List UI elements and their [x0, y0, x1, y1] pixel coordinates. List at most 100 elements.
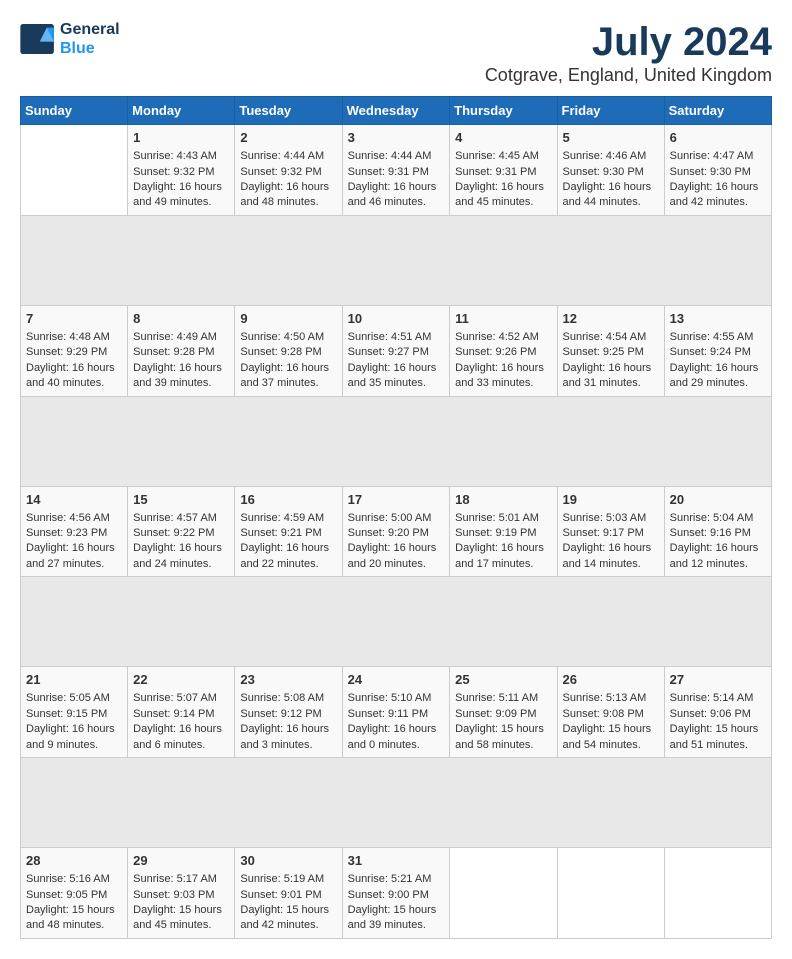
cell-text: and 37 minutes.: [240, 376, 336, 391]
cell-text: and 51 minutes.: [670, 738, 766, 753]
cell-text: Daylight: 16 hours: [670, 541, 766, 556]
cell-text: Sunrise: 5:21 AM: [348, 872, 445, 887]
day-number: 5: [563, 129, 659, 147]
cell-text: Sunrise: 4:47 AM: [670, 149, 766, 164]
calendar-subtitle: Cotgrave, England, United Kingdom: [485, 65, 772, 86]
cell-text: and 54 minutes.: [563, 738, 659, 753]
col-header-wednesday: Wednesday: [342, 97, 450, 125]
header-row: SundayMondayTuesdayWednesdayThursdayFrid…: [21, 97, 772, 125]
week-separator: [21, 396, 772, 486]
cell-text: Sunrise: 4:48 AM: [26, 330, 122, 345]
cell-text: Sunset: 9:29 PM: [26, 345, 122, 360]
week-row-3: 14Sunrise: 4:56 AMSunset: 9:23 PMDayligh…: [21, 486, 772, 577]
cell-text: Daylight: 16 hours: [348, 361, 445, 376]
cell-text: Sunset: 9:15 PM: [26, 707, 122, 722]
calendar-cell: 24Sunrise: 5:10 AMSunset: 9:11 PMDayligh…: [342, 667, 450, 758]
week-row-1: 1Sunrise: 4:43 AMSunset: 9:32 PMDaylight…: [21, 125, 772, 216]
week-separator: [21, 215, 772, 305]
calendar-cell: 12Sunrise: 4:54 AMSunset: 9:25 PMDayligh…: [557, 305, 664, 396]
cell-text: and 3 minutes.: [240, 738, 336, 753]
calendar-cell: [557, 848, 664, 939]
cell-text: Daylight: 16 hours: [348, 722, 445, 737]
cell-text: Daylight: 16 hours: [133, 541, 229, 556]
cell-text: Sunset: 9:24 PM: [670, 345, 766, 360]
day-number: 7: [26, 310, 122, 328]
col-header-thursday: Thursday: [450, 97, 557, 125]
calendar-cell: 5Sunrise: 4:46 AMSunset: 9:30 PMDaylight…: [557, 125, 664, 216]
cell-text: Sunset: 9:32 PM: [240, 165, 336, 180]
day-number: 30: [240, 852, 336, 870]
calendar-cell: 2Sunrise: 4:44 AMSunset: 9:32 PMDaylight…: [235, 125, 342, 216]
cell-text: Sunrise: 4:59 AM: [240, 511, 336, 526]
cell-text: Sunset: 9:28 PM: [133, 345, 229, 360]
cell-text: and 9 minutes.: [26, 738, 122, 753]
cell-text: Sunset: 9:31 PM: [455, 165, 551, 180]
day-number: 21: [26, 671, 122, 689]
cell-text: Daylight: 16 hours: [133, 722, 229, 737]
cell-text: Daylight: 16 hours: [455, 361, 551, 376]
cell-text: Sunset: 9:16 PM: [670, 526, 766, 541]
cell-text: Sunrise: 4:49 AM: [133, 330, 229, 345]
cell-text: Sunrise: 4:55 AM: [670, 330, 766, 345]
day-number: 8: [133, 310, 229, 328]
cell-text: Sunset: 9:25 PM: [563, 345, 659, 360]
cell-text: Sunrise: 4:45 AM: [455, 149, 551, 164]
cell-text: Daylight: 16 hours: [26, 361, 122, 376]
cell-text: Sunset: 9:11 PM: [348, 707, 445, 722]
cell-text: and 29 minutes.: [670, 376, 766, 391]
cell-text: Sunset: 9:12 PM: [240, 707, 336, 722]
cell-text: Sunset: 9:23 PM: [26, 526, 122, 541]
calendar-cell: 28Sunrise: 5:16 AMSunset: 9:05 PMDayligh…: [21, 848, 128, 939]
cell-text: Sunset: 9:17 PM: [563, 526, 659, 541]
calendar-cell: 1Sunrise: 4:43 AMSunset: 9:32 PMDaylight…: [128, 125, 235, 216]
day-number: 25: [455, 671, 551, 689]
calendar-cell: 10Sunrise: 4:51 AMSunset: 9:27 PMDayligh…: [342, 305, 450, 396]
cell-text: Sunrise: 5:08 AM: [240, 691, 336, 706]
calendar-cell: 3Sunrise: 4:44 AMSunset: 9:31 PMDaylight…: [342, 125, 450, 216]
cell-text: Daylight: 16 hours: [348, 180, 445, 195]
cell-text: Daylight: 15 hours: [563, 722, 659, 737]
cell-text: Daylight: 16 hours: [26, 541, 122, 556]
cell-text: Daylight: 16 hours: [455, 180, 551, 195]
cell-text: Sunrise: 5:05 AM: [26, 691, 122, 706]
calendar-cell: 8Sunrise: 4:49 AMSunset: 9:28 PMDaylight…: [128, 305, 235, 396]
title-section: July 2024 Cotgrave, England, United King…: [485, 20, 772, 86]
cell-text: Sunset: 9:00 PM: [348, 888, 445, 903]
calendar-cell: 29Sunrise: 5:17 AMSunset: 9:03 PMDayligh…: [128, 848, 235, 939]
calendar-cell: 18Sunrise: 5:01 AMSunset: 9:19 PMDayligh…: [450, 486, 557, 577]
logo-line1: General: [60, 20, 120, 39]
day-number: 24: [348, 671, 445, 689]
cell-text: Sunset: 9:14 PM: [133, 707, 229, 722]
calendar-cell: 20Sunrise: 5:04 AMSunset: 9:16 PMDayligh…: [664, 486, 771, 577]
week-separator: [21, 758, 772, 848]
cell-text: Sunset: 9:31 PM: [348, 165, 445, 180]
day-number: 6: [670, 129, 766, 147]
cell-text: and 58 minutes.: [455, 738, 551, 753]
calendar-cell: 22Sunrise: 5:07 AMSunset: 9:14 PMDayligh…: [128, 667, 235, 758]
cell-text: and 44 minutes.: [563, 195, 659, 210]
calendar-cell: 4Sunrise: 4:45 AMSunset: 9:31 PMDaylight…: [450, 125, 557, 216]
calendar-cell: 26Sunrise: 5:13 AMSunset: 9:08 PMDayligh…: [557, 667, 664, 758]
cell-text: Sunrise: 4:51 AM: [348, 330, 445, 345]
calendar-cell: 15Sunrise: 4:57 AMSunset: 9:22 PMDayligh…: [128, 486, 235, 577]
cell-text: Daylight: 16 hours: [240, 722, 336, 737]
cell-text: Sunset: 9:21 PM: [240, 526, 336, 541]
cell-text: Sunrise: 5:04 AM: [670, 511, 766, 526]
day-number: 10: [348, 310, 445, 328]
cell-text: Daylight: 16 hours: [240, 541, 336, 556]
cell-text: Sunrise: 5:16 AM: [26, 872, 122, 887]
cell-text: and 42 minutes.: [240, 918, 336, 933]
calendar-cell: [21, 125, 128, 216]
cell-text: Daylight: 15 hours: [133, 903, 229, 918]
cell-text: and 39 minutes.: [133, 376, 229, 391]
calendar-cell: 23Sunrise: 5:08 AMSunset: 9:12 PMDayligh…: [235, 667, 342, 758]
calendar-cell: 11Sunrise: 4:52 AMSunset: 9:26 PMDayligh…: [450, 305, 557, 396]
day-number: 9: [240, 310, 336, 328]
cell-text: Sunrise: 4:56 AM: [26, 511, 122, 526]
cell-text: Sunset: 9:32 PM: [133, 165, 229, 180]
day-number: 13: [670, 310, 766, 328]
day-number: 26: [563, 671, 659, 689]
calendar-cell: [450, 848, 557, 939]
logo-icon: [20, 24, 56, 54]
calendar-cell: 9Sunrise: 4:50 AMSunset: 9:28 PMDaylight…: [235, 305, 342, 396]
